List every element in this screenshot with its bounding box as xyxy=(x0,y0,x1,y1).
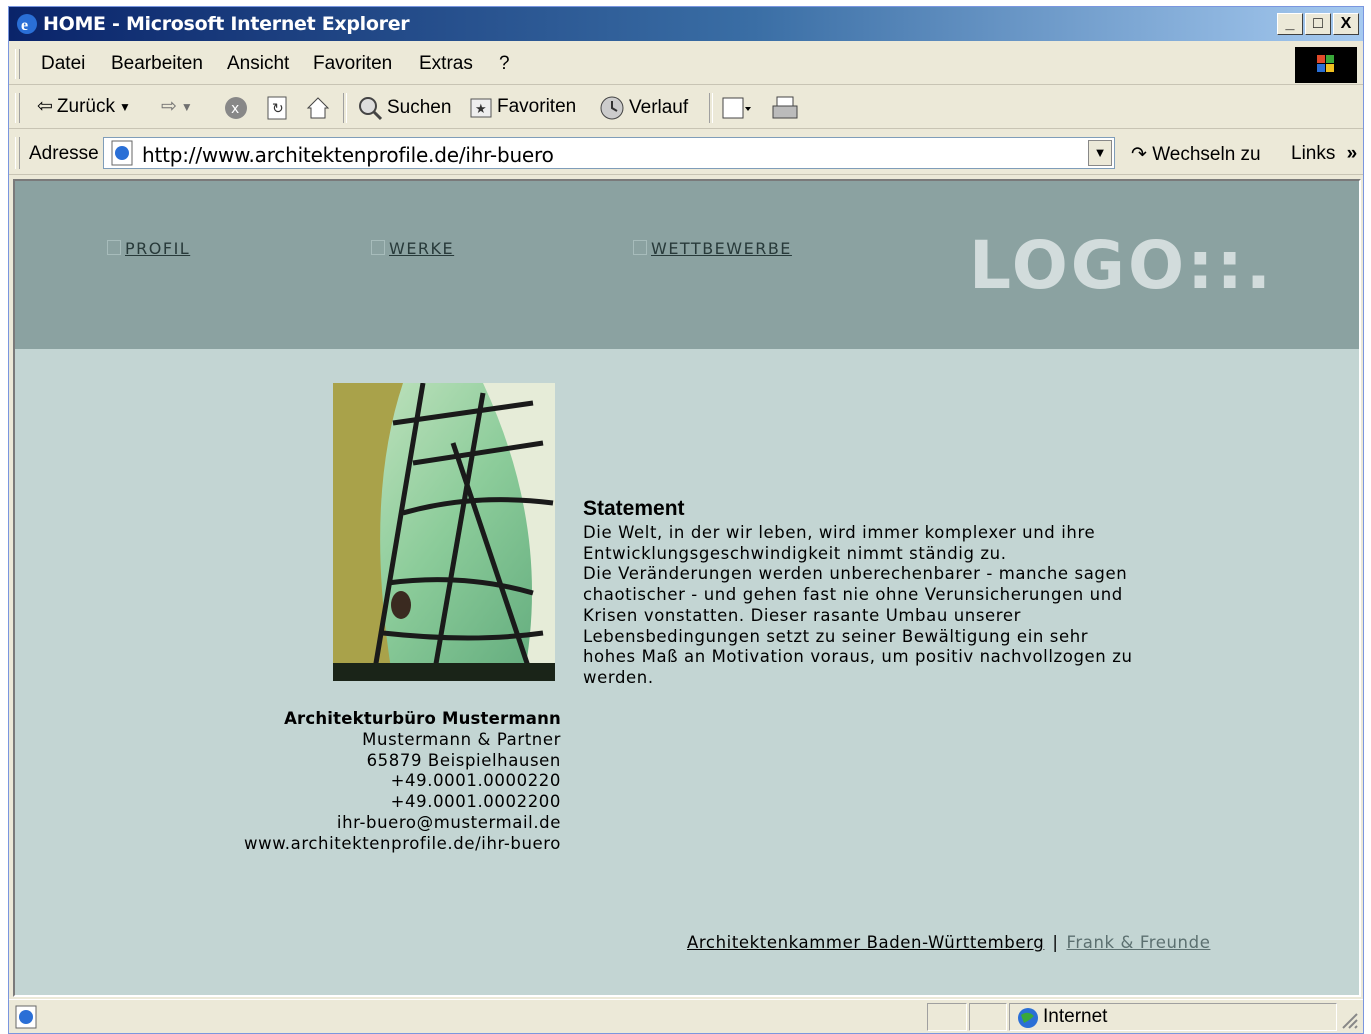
office-phone: +49.0001.0000220 xyxy=(390,771,561,791)
footer-separator: | xyxy=(1052,933,1059,952)
toolbar-separator xyxy=(343,93,347,123)
menu-datei[interactable]: Datei xyxy=(41,53,85,75)
chevron-right-icon: » xyxy=(1346,143,1358,164)
home-icon xyxy=(306,97,330,119)
menu-help[interactable]: ? xyxy=(499,53,510,75)
globe-icon xyxy=(1018,1008,1038,1028)
nav-werke[interactable]: WERKE xyxy=(371,239,454,258)
address-label: Adresse xyxy=(29,143,99,164)
history-icon xyxy=(600,96,624,120)
print-icon xyxy=(772,96,798,119)
forward-arrow-icon: ⇨ xyxy=(161,96,177,117)
stop-icon: x xyxy=(225,97,247,119)
go-label: Wechseln zu xyxy=(1152,144,1261,165)
window-title: HOME - Microsoft Internet Explorer xyxy=(43,13,410,35)
status-cell-2 xyxy=(969,1003,1007,1031)
nav-wettbewerbe-label: WETTBEWERBE xyxy=(651,239,792,258)
office-email[interactable]: ihr-buero@mustermail.de xyxy=(244,813,561,834)
toolbar-grip[interactable] xyxy=(15,93,20,123)
resize-grip-icon[interactable] xyxy=(1339,1010,1359,1030)
footer-link-frank-freunde[interactable]: Frank & Freunde xyxy=(1066,933,1210,952)
ie-icon: e xyxy=(17,14,37,34)
favorites-label: Favoriten xyxy=(497,96,577,117)
mail-button[interactable] xyxy=(721,95,753,121)
office-web[interactable]: www.architektenprofile.de/ihr-buero xyxy=(244,834,561,855)
site-footer: Architektenkammer Baden-Württemberg | Fran… xyxy=(687,933,1210,952)
address-dropdown-icon[interactable]: ▼ xyxy=(1088,140,1112,166)
office-city: 65879 Beispielhausen xyxy=(366,750,561,770)
title-bar[interactable]: e HOME - Microsoft Internet Explorer _ □… xyxy=(9,7,1363,41)
nav-profil-label: PROFIL xyxy=(125,239,191,258)
architecture-photo xyxy=(333,383,555,681)
menu-grip[interactable] xyxy=(15,49,20,79)
nav-werke-label: WERKE xyxy=(389,239,455,258)
site-header: PROFIL WERKE WETTBEWERBE LOGO::. xyxy=(15,181,1359,349)
statement-heading: Statement xyxy=(583,497,685,520)
svg-text:e: e xyxy=(21,17,28,34)
search-label: Suchen xyxy=(387,97,452,118)
nav-arrow-icon xyxy=(633,240,647,255)
svg-text:★: ★ xyxy=(475,102,487,117)
close-button[interactable]: X xyxy=(1333,13,1359,35)
page-viewport[interactable]: PROFIL WERKE WETTBEWERBE LOGO::. Stateme… xyxy=(13,179,1361,997)
nav-wettbewerbe[interactable]: WETTBEWERBE xyxy=(633,239,792,258)
status-cell-1 xyxy=(927,1003,967,1031)
links-button[interactable]: Links » xyxy=(1291,143,1357,165)
svg-text:x: x xyxy=(231,101,239,117)
nav-arrow-icon xyxy=(371,240,385,255)
svg-text:↻: ↻ xyxy=(272,101,284,117)
stop-button[interactable]: x xyxy=(223,95,249,121)
contact-block: Architekturbüro Mustermann Mustermann & … xyxy=(244,709,561,855)
menu-ansicht[interactable]: Ansicht xyxy=(227,53,289,75)
mail-icon xyxy=(722,97,751,119)
print-button[interactable] xyxy=(771,95,799,121)
search-icon xyxy=(359,97,383,121)
nav-arrow-icon xyxy=(107,240,121,255)
favorites-button[interactable]: ★ Favoriten xyxy=(469,95,576,119)
status-zone-label: Internet xyxy=(1043,1006,1108,1027)
go-button[interactable]: ↷ Wechseln zu xyxy=(1131,143,1261,166)
status-bar: Internet xyxy=(9,999,1363,1033)
toolbar-separator-2 xyxy=(709,93,713,123)
windows-logo-icon xyxy=(1295,47,1357,83)
nav-profil[interactable]: PROFIL xyxy=(107,239,190,258)
favorites-icon: ★ xyxy=(470,98,492,118)
back-button[interactable]: ⇦ Zurück ▼ xyxy=(37,95,131,118)
menu-bar: Datei Bearbeiten Ansicht Favoriten Extra… xyxy=(9,43,1363,85)
go-arrow-icon: ↷ xyxy=(1131,144,1147,165)
page-status-icon xyxy=(15,1005,37,1029)
address-grip[interactable] xyxy=(15,137,20,169)
back-dropdown-icon[interactable]: ▼ xyxy=(119,100,131,114)
maximize-button[interactable]: □ xyxy=(1305,13,1331,35)
address-url[interactable]: http://www.architektenprofile.de/ihr-bue… xyxy=(142,143,554,167)
forward-dropdown-icon[interactable]: ▼ xyxy=(181,100,193,114)
search-button[interactable]: Suchen xyxy=(357,95,451,121)
statement-text: Die Welt, in der wir leben, wird immer k… xyxy=(583,523,1133,687)
back-label: Zurück xyxy=(56,95,115,117)
address-field[interactable]: http://www.architektenprofile.de/ihr-bue… xyxy=(103,137,1115,169)
history-label: Verlauf xyxy=(629,97,689,118)
back-arrow-icon: ⇦ xyxy=(37,96,53,117)
standard-toolbar: ⇦ Zurück ▼ ⇨ ▼ x ↻ Suchen ★ Favoriten Ve… xyxy=(9,87,1363,129)
menu-extras[interactable]: Extras xyxy=(419,53,473,75)
address-bar: Adresse http://www.architektenprofile.de… xyxy=(9,131,1363,175)
browser-window: e HOME - Microsoft Internet Explorer _ □… xyxy=(8,6,1364,1034)
home-button[interactable] xyxy=(305,95,331,121)
refresh-icon: ↻ xyxy=(267,96,287,120)
office-fax: +49.0001.0002200 xyxy=(390,792,561,812)
refresh-button[interactable]: ↻ xyxy=(265,95,289,121)
office-partner: Mustermann & Partner xyxy=(362,729,561,749)
page-icon xyxy=(111,140,133,166)
history-button[interactable]: Verlauf xyxy=(599,95,688,121)
forward-button[interactable]: ⇨ ▼ xyxy=(161,95,193,118)
links-label: Links xyxy=(1291,143,1336,164)
footer-link-architektenkammer[interactable]: Architektenkammer Baden-Württemberg xyxy=(687,933,1044,952)
site-logo: LOGO::. xyxy=(969,227,1274,304)
menu-bearbeiten[interactable]: Bearbeiten xyxy=(111,53,203,75)
menu-favoriten[interactable]: Favoriten xyxy=(313,53,392,75)
minimize-button[interactable]: _ xyxy=(1277,13,1303,35)
office-name: Architekturbüro Mustermann xyxy=(284,709,561,728)
